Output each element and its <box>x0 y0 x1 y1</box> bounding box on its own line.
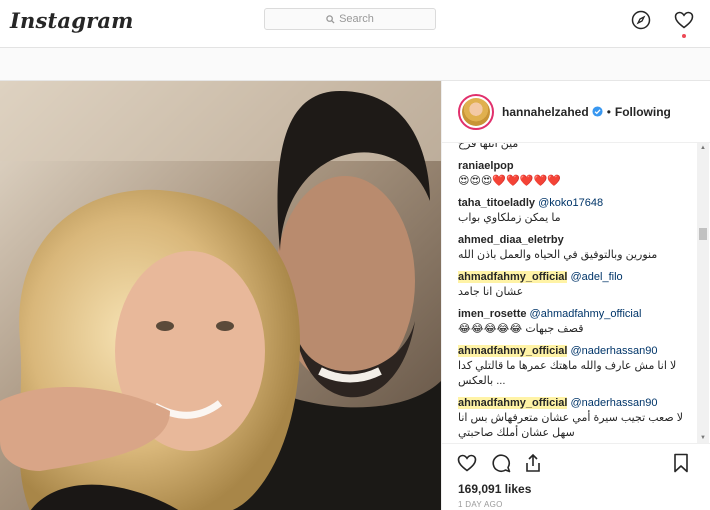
comment-username[interactable]: taha_titoeladly <box>458 197 535 209</box>
post-sidebar: hannahelzahed • Following مين اتلها فرح r… <box>441 81 710 510</box>
comment-mention[interactable]: @naderhassan90 <box>570 345 657 357</box>
share-icon[interactable] <box>522 452 544 474</box>
comment-text: ما يمكن زملكاوي بواب <box>458 212 561 224</box>
comment-mention[interactable]: @ahmadfahmy_official <box>530 308 642 320</box>
compass-icon[interactable] <box>630 9 652 31</box>
comment-icon[interactable] <box>490 452 512 474</box>
comment-username[interactable]: ahmadfahmy_official <box>458 345 568 357</box>
comment-username[interactable]: raniaelpop <box>458 160 514 172</box>
notification-dot <box>682 34 686 38</box>
post-username[interactable]: hannahelzahed <box>502 105 589 119</box>
search-input[interactable]: Search <box>264 8 436 30</box>
search-placeholder: Search <box>339 13 374 25</box>
search-icon <box>326 14 335 24</box>
scroll-up-arrow[interactable]: ▲ <box>699 144 707 152</box>
verified-icon <box>592 106 603 117</box>
comment-item: ahmadfahmy_official @naderhassan90 لا صعب… <box>458 396 687 441</box>
comment-item: ahmed_diaa_eletrby منورين وبالتوفيق في ا… <box>458 233 687 263</box>
post-photo[interactable] <box>0 81 441 510</box>
comment-username[interactable]: imen_rosette <box>458 308 526 320</box>
following-button[interactable]: Following <box>615 105 671 119</box>
comment-item: ahmadfahmy_official @adel_filo عشان انا ج… <box>458 270 687 300</box>
likes-count[interactable]: 169,091 likes <box>458 482 531 496</box>
heart-icon[interactable] <box>673 9 695 31</box>
instagram-logo[interactable]: Instagram <box>10 8 134 33</box>
post-actions: 169,091 likes 1 DAY AGO <box>442 443 710 510</box>
comment-text: منورين وبالتوفيق في الحياه والعمل باذن ا… <box>458 249 658 261</box>
like-icon[interactable] <box>456 452 478 474</box>
post-date[interactable]: 1 DAY AGO <box>458 500 503 509</box>
comment-mention[interactable]: @koko17648 <box>538 197 603 209</box>
scrollbar-thumb[interactable] <box>699 228 707 240</box>
avatar[interactable] <box>458 93 494 130</box>
comment-item: raniaelpop 😍😍😍❤️❤️❤️❤️❤️ <box>458 159 687 189</box>
comment-text: عشان انا جامد <box>458 286 524 298</box>
separator-dot: • <box>606 104 611 119</box>
comment-username[interactable]: ahmadfahmy_official <box>458 271 568 283</box>
bookmark-icon[interactable] <box>670 452 692 474</box>
comment-text: لا انا مش عارف والله ماهتك عمرها ما قالت… <box>458 360 677 387</box>
comment-username[interactable]: ahmed_diaa_eletrby <box>458 234 564 246</box>
comment-text: قصف جبهات 😂😂😂😂😂 <box>458 323 584 335</box>
scrollbar[interactable]: ▲ ▼ <box>697 143 709 443</box>
top-nav: Instagram Search <box>0 0 710 48</box>
comment-mention[interactable]: @naderhassan90 <box>570 397 657 409</box>
post-header: hannahelzahed • Following <box>442 81 710 143</box>
comment-mention[interactable]: @adel_filo <box>570 271 622 283</box>
post: hannahelzahed • Following مين اتلها فرح r… <box>0 80 710 510</box>
comment-text: 😍😍😍❤️❤️❤️❤️❤️ <box>458 175 561 187</box>
scroll-down-arrow[interactable]: ▼ <box>699 434 707 442</box>
comments-list: مين اتلها فرح raniaelpop 😍😍😍❤️❤️❤️❤️❤️ tah… <box>442 143 697 443</box>
comment-item: taha_titoeladly @koko17648 ما يمكن زملكاو… <box>458 196 687 226</box>
comment-username[interactable]: ahmadfahmy_official <box>458 397 568 409</box>
comment-item: ahmadfahmy_official @naderhassan90 لا انا… <box>458 344 687 389</box>
comment-item: imen_rosette @ahmadfahmy_official قصف جبه… <box>458 307 687 337</box>
comment-item: مين اتلها فرح <box>458 143 687 152</box>
comment-text: لا صعب تجيب سيرة أمي عشان متعرفهاش بس ان… <box>458 412 683 439</box>
comment-text: مين اتلها فرح <box>458 143 519 150</box>
